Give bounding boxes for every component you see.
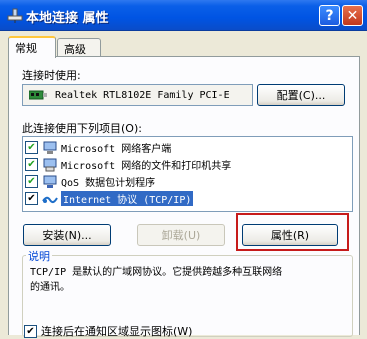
notify-checkbox[interactable]: ✔	[24, 324, 37, 338]
configure-button[interactable]: 配置(C)...	[257, 84, 345, 106]
network-connection-icon	[7, 8, 23, 23]
properties-window: 本地连接 属性 ? ✕ 常规 高级 连接时使用: Realtek RTL8102…	[0, 0, 367, 338]
title-bar[interactable]: 本地连接 属性 ? ✕	[0, 0, 367, 31]
list-item-selected[interactable]: ✔ Internet 协议 (TCP/IP)	[25, 190, 350, 207]
components-label: 此连接使用下列项目(O):	[22, 122, 142, 135]
notify-checkbox-row[interactable]: ✔ 连接后在通知区域显示图标(W)	[24, 323, 192, 339]
highlight-frame	[236, 213, 349, 251]
adapter-field: Realtek RTL8102E Family PCI-E	[22, 84, 253, 106]
help-button[interactable]: ?	[319, 5, 340, 26]
tab-advanced[interactable]: 高级	[57, 38, 101, 57]
qos-icon	[43, 175, 57, 188]
description-title: 说明	[26, 248, 52, 264]
close-button[interactable]: ✕	[342, 5, 363, 26]
checkbox[interactable]: ✔	[25, 175, 38, 188]
network-client-icon	[43, 141, 57, 154]
description-text: TCP/IP 是默认的广域网协议。它提供跨越多种互联网络 的通讯。	[30, 265, 350, 295]
notify-label: 连接后在通知区域显示图标(W)	[41, 325, 193, 338]
checkbox[interactable]: ✔	[25, 141, 38, 154]
install-button[interactable]: 安装(N)...	[23, 224, 111, 246]
description-line-2: 的通讯。	[30, 282, 70, 293]
list-item-label: Microsoft 网络客户端	[61, 144, 172, 155]
components-list[interactable]: ✔ Microsoft 网络客户端 ✔ Microsoft 网络的文件和打印机共…	[22, 136, 353, 212]
general-panel: 连接时使用: Realtek RTL8102E Family PCI-E 配置(…	[8, 56, 360, 338]
description-line-1: TCP/IP 是默认的广域网协议。它提供跨越多种互联网络	[30, 267, 283, 278]
window-title: 本地连接 属性	[26, 11, 109, 26]
list-item[interactable]: ✔ Microsoft 网络的文件和打印机共享	[25, 156, 350, 173]
network-adapter-icon	[29, 90, 47, 100]
printer-share-icon	[43, 158, 57, 171]
adapter-name: Realtek RTL8102E Family PCI-E	[55, 89, 230, 101]
tab-general[interactable]: 常规	[8, 36, 56, 58]
checkbox[interactable]: ✔	[25, 192, 38, 205]
list-item-label: Microsoft 网络的文件和打印机共享	[61, 161, 232, 172]
uninstall-button[interactable]: 卸载(U)	[137, 224, 225, 246]
list-item[interactable]: ✔ QoS 数据包计划程序	[25, 173, 350, 190]
list-item[interactable]: ✔ Microsoft 网络客户端	[25, 139, 350, 156]
protocol-icon	[42, 196, 58, 203]
list-item-label: Internet 协议 (TCP/IP)	[61, 191, 194, 206]
list-item-label: QoS 数据包计划程序	[61, 178, 156, 189]
checkbox[interactable]: ✔	[25, 158, 38, 171]
connect-using-label: 连接时使用:	[22, 69, 81, 82]
